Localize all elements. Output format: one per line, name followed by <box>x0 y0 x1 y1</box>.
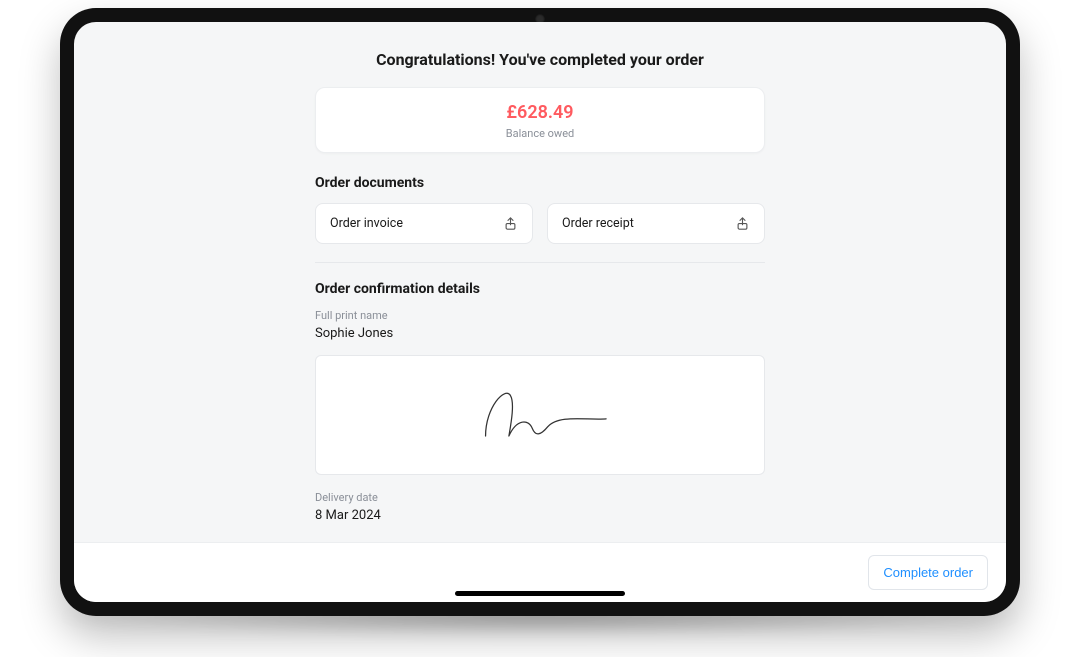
full-name-value: Sophie Jones <box>315 326 765 341</box>
order-receipt-button[interactable]: Order receipt <box>547 203 765 244</box>
balance-label: Balance owed <box>326 127 754 140</box>
order-invoice-label: Order invoice <box>330 216 403 231</box>
full-name-label: Full print name <box>315 309 765 322</box>
share-icon <box>503 216 518 231</box>
balance-amount: £628.49 <box>326 102 754 123</box>
signature-box[interactable] <box>315 355 765 475</box>
delivery-date-label: Delivery date <box>315 491 765 504</box>
delivery-date-value: 8 Mar 2024 <box>315 508 765 523</box>
balance-card: £628.49 Balance owed <box>315 87 765 153</box>
screen: Congratulations! You've completed your o… <box>74 22 1006 602</box>
section-title-confirmation: Order confirmation details <box>315 281 765 297</box>
share-icon <box>735 216 750 231</box>
section-title-documents: Order documents <box>315 175 765 191</box>
page-title: Congratulations! You've completed your o… <box>315 50 765 69</box>
documents-row: Order invoice Order receipt <box>315 203 765 244</box>
divider <box>315 262 765 263</box>
complete-order-button[interactable]: Complete order <box>868 555 988 590</box>
tablet-frame: Congratulations! You've completed your o… <box>60 8 1020 616</box>
order-receipt-label: Order receipt <box>562 216 634 231</box>
order-invoice-button[interactable]: Order invoice <box>315 203 533 244</box>
content-area: Congratulations! You've completed your o… <box>74 22 1006 542</box>
home-indicator[interactable] <box>455 591 625 596</box>
signature-stroke <box>460 380 620 450</box>
